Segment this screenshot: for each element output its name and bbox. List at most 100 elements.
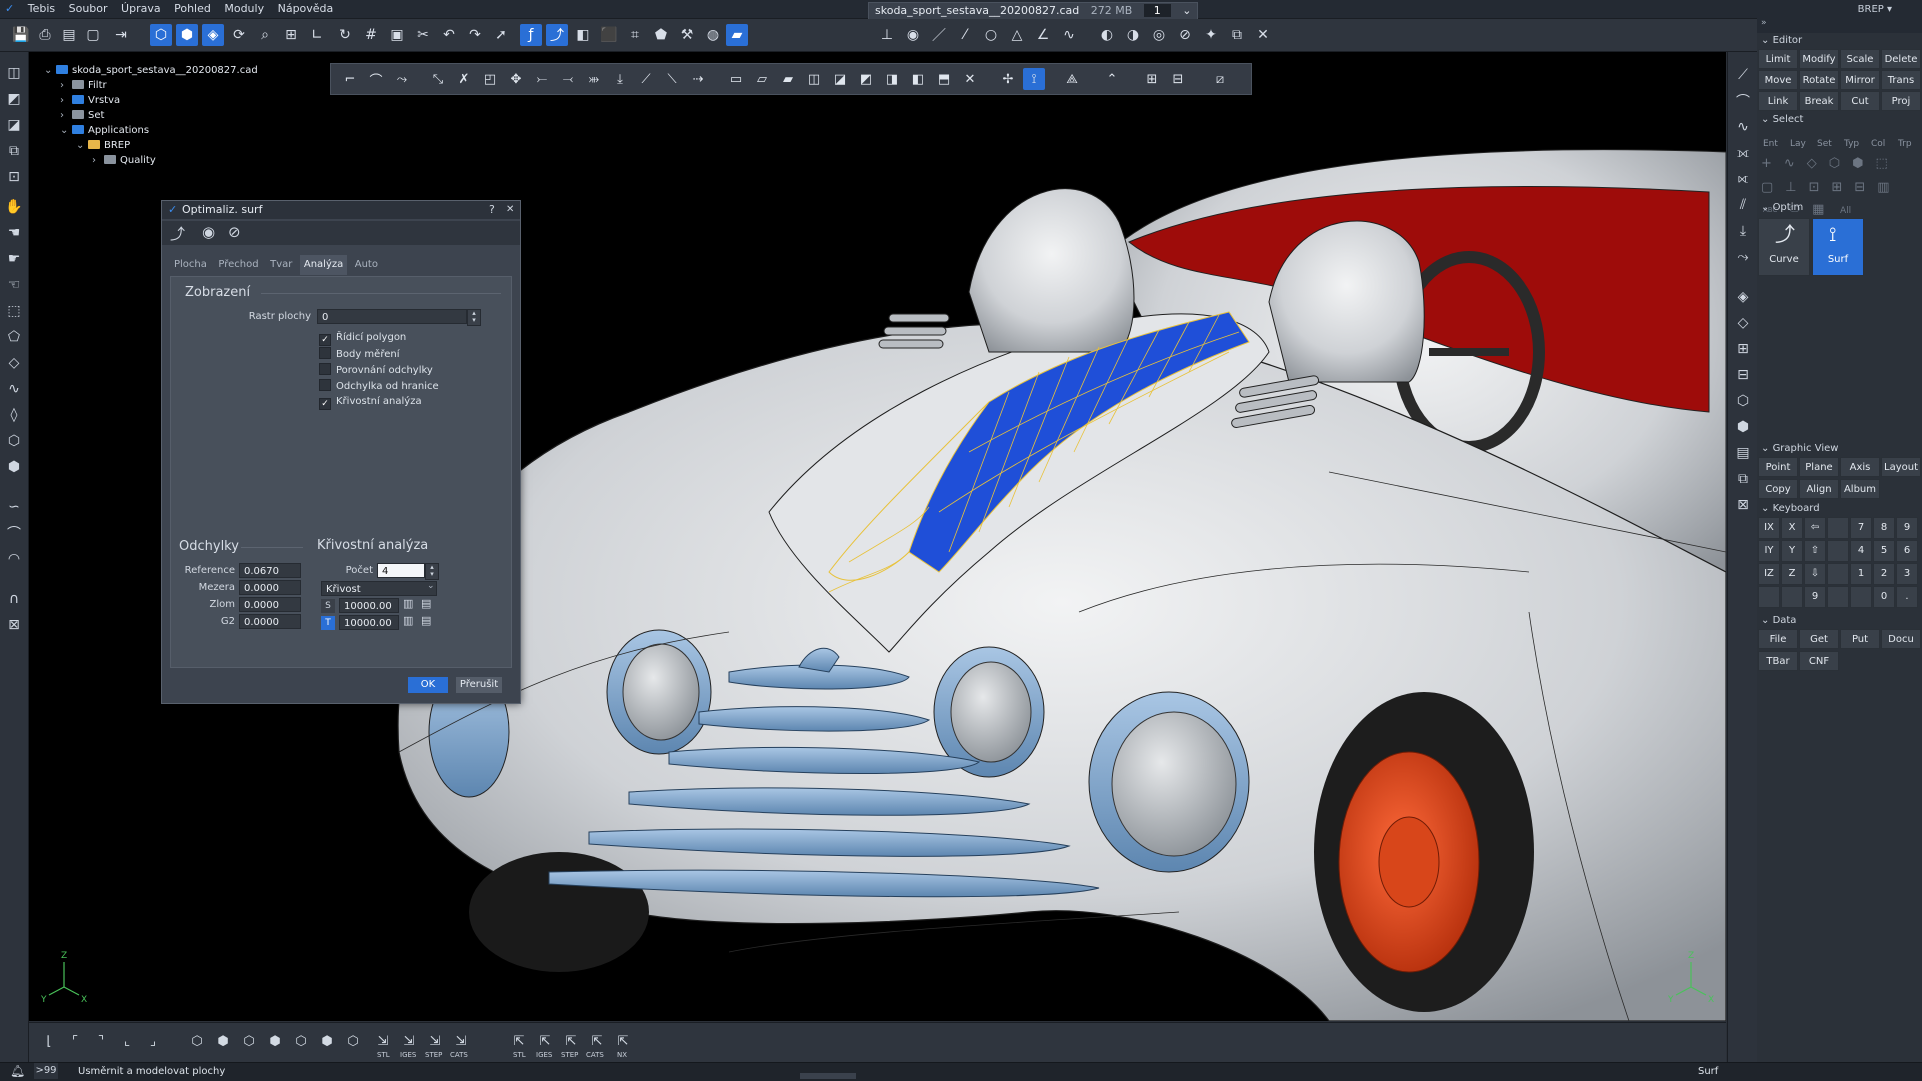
tool-icon[interactable]: ⚒ (676, 24, 698, 46)
line-join-icon[interactable]: ⤙ (557, 68, 579, 90)
view-iso-icon[interactable]: ⬡ (150, 24, 172, 46)
print-icon[interactable]: ⎙ (34, 24, 56, 46)
comb-icon[interactable]: ▥ (403, 597, 413, 610)
close-view-icon[interactable]: ✕ (1252, 24, 1274, 46)
surf-rect-icon[interactable]: ▭ (725, 68, 747, 90)
tree-item-applications[interactable]: ⌄ Applications (60, 124, 149, 138)
cancel-button[interactable]: Přerušit (456, 677, 502, 693)
comb-scale-icon[interactable]: ▤ (421, 597, 431, 610)
view-front-icon[interactable]: ⬡ (187, 1031, 207, 1051)
import-cats-icon[interactable]: ⇱ (587, 1031, 607, 1051)
triangle-icon[interactable]: △ (1006, 24, 1028, 46)
spline-icon[interactable]: ⤡ (427, 68, 449, 90)
grid-surf-icon[interactable]: ⊞ (1141, 68, 1163, 90)
tree-item-filtr[interactable]: › Filtr (60, 79, 107, 93)
rotate-button[interactable]: Rotate (1799, 70, 1839, 90)
tab-auto[interactable]: Auto (351, 255, 382, 275)
get-button[interactable]: Get (1799, 629, 1839, 649)
optimize-surf-icon[interactable]: ⟟ (1023, 68, 1045, 90)
comb-icon[interactable]: ▥ (403, 614, 413, 627)
limit-button[interactable]: Limit (1758, 49, 1798, 69)
surf-close-icon[interactable]: ✕ (959, 68, 981, 90)
move-button[interactable]: Move (1758, 70, 1798, 90)
key-button[interactable]: 1 (1850, 563, 1872, 585)
curve-offset-icon[interactable]: ⫽ (1732, 194, 1754, 216)
collapse-icon[interactable]: ⌄ (76, 139, 88, 153)
offset-icon[interactable]: ⤕ (583, 68, 605, 90)
help-button[interactable]: ? (489, 201, 495, 219)
solid-icon[interactable]: ⬟ (650, 24, 672, 46)
line-icon[interactable]: ／ (928, 24, 950, 46)
pointer-icon[interactable]: ➚ (490, 24, 512, 46)
checkbox[interactable] (319, 379, 331, 391)
zoom-icon[interactable]: ⌕ (254, 24, 276, 46)
checkbox-ridici-polygon[interactable]: ✓ Řídicí polygon (319, 331, 406, 346)
select-tab-trp[interactable]: Trp (1898, 139, 1912, 149)
axis-dir-icon[interactable]: ⌟ (143, 1031, 163, 1051)
surf-grid-icon[interactable]: ⊟ (1732, 364, 1754, 386)
surf-trim-icon[interactable]: ⬒ (933, 68, 955, 90)
frame-icon[interactable]: ▣ (386, 24, 408, 46)
magnet-icon[interactable]: ∩ (3, 588, 25, 610)
axis-frame-icon[interactable]: ⌜ (65, 1031, 85, 1051)
import-stl-icon[interactable]: ⇱ (509, 1031, 529, 1051)
key-button[interactable]: ⇦ (1804, 517, 1826, 539)
select-curve-icon[interactable]: ∿ (3, 378, 25, 400)
key-button[interactable]: 2 (1873, 563, 1895, 585)
layer-link-icon[interactable]: ⊡ (3, 166, 25, 188)
proj-button[interactable]: Proj (1881, 91, 1921, 111)
curve-point-icon[interactable]: ⤳ (391, 68, 413, 90)
checkbox[interactable] (319, 347, 331, 359)
ok-button[interactable]: OK (408, 677, 448, 693)
hand-icon[interactable]: ✋ (3, 196, 25, 218)
tree-root[interactable]: ⌄ skoda_sport_sestava__20200827.cad (44, 64, 258, 78)
key-button[interactable]: Z (1781, 563, 1803, 585)
blend-icon[interactable]: ⟍ (661, 68, 683, 90)
hand-pick-icon[interactable]: ☛ (3, 248, 25, 270)
curve-project-icon[interactable]: ⤓ (1732, 220, 1754, 242)
trans-button[interactable]: Trans (1881, 70, 1921, 90)
link-button[interactable]: Link (1758, 91, 1798, 111)
optim-curve-button[interactable]: ⤴ Curve (1758, 218, 1810, 276)
import-step-icon[interactable]: ⇱ (561, 1031, 581, 1051)
move-point-icon[interactable]: ✥ (505, 68, 527, 90)
curve-arc-icon[interactable]: ⌒ (365, 68, 387, 90)
measure-icon[interactable]: ⊥ (876, 24, 898, 46)
hide-icon[interactable]: ⊘ (228, 223, 241, 241)
export-icon[interactable]: ⇥ (110, 24, 132, 46)
surf-fill-icon[interactable]: ◫ (803, 68, 825, 90)
surf-layer-icon[interactable]: ▤ (1732, 442, 1754, 464)
select-section-header[interactable]: ⌄ Select (1761, 114, 1803, 126)
file-tab[interactable]: skoda_sport_sestava__20200827.cad 272 MB… (868, 2, 1199, 20)
view-solid-icon[interactable]: ◈ (202, 24, 224, 46)
view-back-icon[interactable]: ⬢ (213, 1031, 233, 1051)
select-box-icon[interactable]: ⬚ (3, 300, 25, 322)
visible-icon[interactable]: ◎ (1148, 24, 1170, 46)
checkbox-odchylka-od-hranice[interactable]: Odchylka od hranice (319, 379, 439, 394)
arc2-tool-icon[interactable]: ◠ (3, 548, 25, 570)
panel-expand-icon[interactable]: » (1757, 18, 1922, 33)
copy-button[interactable]: Copy (1758, 479, 1798, 499)
curve-arc-icon[interactable]: ⌒ (1732, 90, 1754, 112)
rect-icon[interactable]: ◰ (479, 68, 501, 90)
surf-check-icon[interactable]: ⊠ (1732, 494, 1754, 516)
select-all-button[interactable]: All (1840, 206, 1851, 216)
comb-scale-icon[interactable]: ▤ (421, 614, 431, 627)
key-button[interactable]: 8 (1873, 517, 1895, 539)
undo-icon[interactable]: ↶ (438, 24, 460, 46)
key-button[interactable]: ⇩ (1804, 563, 1826, 585)
line-split-icon[interactable]: ⤚ (531, 68, 553, 90)
axis-bracket-icon[interactable]: ⌞ (117, 1031, 137, 1051)
show-icon[interactable]: ◉ (202, 223, 215, 241)
refresh-icon[interactable]: ⟳ (228, 24, 250, 46)
section-icon[interactable]: ✂ (412, 24, 434, 46)
hand-select-icon[interactable]: ☜ (3, 274, 25, 296)
app-logo-icon[interactable]: ✓ (0, 0, 19, 18)
menu-moduly[interactable]: Moduly (219, 0, 269, 18)
import-nx-icon[interactable]: ⇱ (613, 1031, 633, 1051)
plane-button[interactable]: Plane (1799, 457, 1839, 477)
key-button[interactable] (1781, 586, 1803, 608)
curve-extend-icon[interactable]: ⤳ (1732, 246, 1754, 268)
zoom-box-icon[interactable]: ⊞ (280, 24, 302, 46)
select-tab-col[interactable]: Col (1871, 139, 1885, 149)
